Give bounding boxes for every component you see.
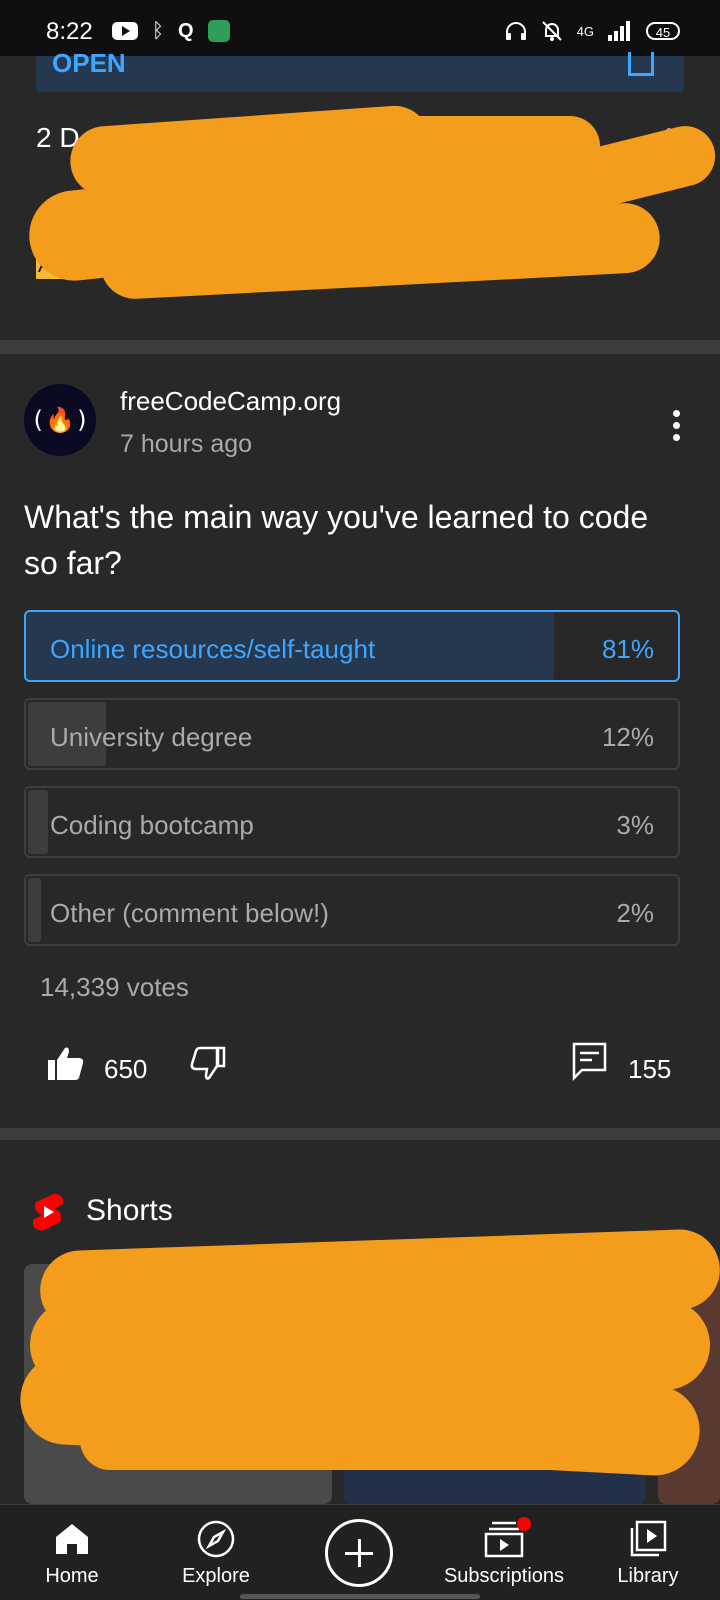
notification-dot [517,1517,531,1531]
bottom-navigation: Home Explore Subscriptions Library [0,1504,720,1600]
status-time: 8:22 [46,18,93,45]
nav-library-label: Library [617,1565,679,1587]
thumbs-up-icon[interactable] [46,1044,86,1084]
external-link-icon [628,52,654,76]
ad-open-label: OPEN [52,48,126,78]
home-indicator [240,1594,480,1599]
poll-fill-bar [28,878,42,942]
poll-option-label: Other (comment below!) [50,898,329,928]
poll-option-label: Online resources/self-taught [50,634,376,664]
post-more-icon[interactable] [673,410,680,441]
nav-explore[interactable]: Explore [146,1517,286,1588]
post-text: What's the main way you've learned to co… [24,499,649,581]
bell-off-icon [541,21,562,41]
poll-option[interactable]: University degree 12% [24,698,680,770]
channel-name[interactable]: freeCodeCamp.org [120,386,341,417]
vote-count: 14,339 votes [40,972,189,1002]
ad-card[interactable]: OPEN 2 D Ad [0,48,720,340]
community-post: (🔥) freeCodeCamp.org 7 hours ago What's … [0,354,720,1140]
comment-icon[interactable] [572,1042,608,1082]
nav-library[interactable]: Library [578,1517,718,1588]
q-icon: Q [178,20,194,42]
poll-option-percent: 2% [616,898,654,928]
poll-option[interactable]: Other (comment below!) 2% [24,874,680,946]
nav-home[interactable]: Home [2,1517,142,1588]
comment-count: 155 [628,1054,672,1084]
home-icon [56,1524,88,1554]
headphones-icon [505,22,526,40]
poll-option[interactable]: Coding bootcamp 3% [24,786,680,858]
youtube-icon [112,22,138,40]
network-type: 4G [576,23,594,39]
poll-option-percent: 12% [601,722,654,752]
poll-option[interactable]: Online resources/self-taught 81% [24,610,680,682]
shorts-logo-icon [32,1194,64,1231]
library-icon [630,1520,667,1557]
poll-option-percent: 3% [616,810,654,840]
poll-fill-bar [28,790,48,854]
poll-option-label: Coding bootcamp [50,810,254,840]
bluetooth-icon: ᛒ [152,20,164,42]
nav-subscriptions[interactable]: Subscriptions [434,1517,574,1588]
battery-icon: 45 [646,22,680,40]
poll-option-label: University degree [50,722,253,752]
shorts-shelf: Shorts [0,1140,720,1504]
shield-app-icon [207,20,230,42]
section-divider [0,340,720,354]
compass-icon [197,1520,235,1558]
nav-subscriptions-label: Subscriptions [443,1565,565,1587]
post-timestamp: 7 hours ago [120,430,253,458]
poll-option-percent: 81% [601,634,654,664]
thumbs-down-icon[interactable] [188,1044,228,1084]
nav-home-label: Home [45,1565,99,1587]
like-count: 650 [104,1054,148,1084]
channel-avatar[interactable]: (🔥) [24,384,96,456]
nav-explore-label: Explore [182,1565,250,1587]
ad-open-button[interactable]: OPEN [36,48,684,92]
create-button[interactable] [325,1519,393,1587]
signal-icon [608,21,630,41]
shorts-title: Shorts [86,1194,173,1227]
